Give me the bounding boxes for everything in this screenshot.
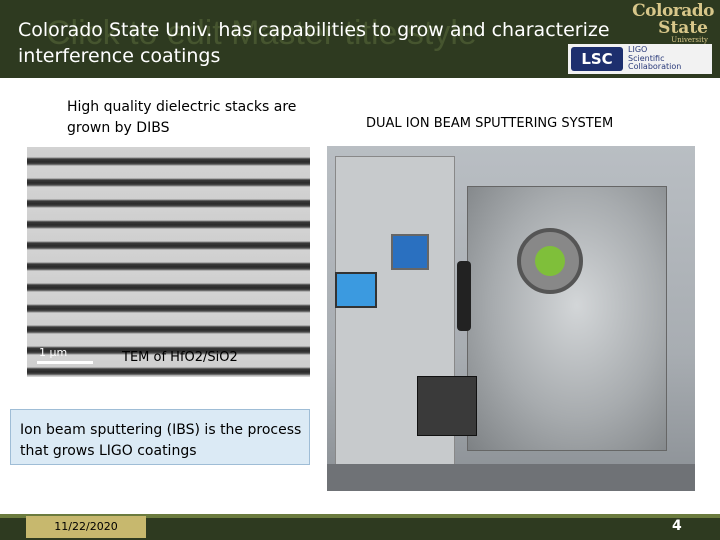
dielectric-stack-caption[interactable]: High quality dielectric stacks are grown… <box>67 97 297 139</box>
lsc-badge: LSC <box>571 47 623 71</box>
chamber-viewport <box>535 246 565 276</box>
control-electronics <box>417 376 477 436</box>
photo-floor <box>327 464 695 491</box>
rack-display <box>391 234 429 270</box>
csu-logo-line3: University <box>671 36 708 44</box>
computer-monitor <box>335 272 377 308</box>
cable-bundle <box>457 261 471 331</box>
csu-logo: Colorado State University <box>628 3 714 45</box>
tem-scale-label: 1 μm <box>39 346 68 359</box>
tem-scale-bar <box>37 361 93 364</box>
csu-logo-line2: State <box>658 18 708 38</box>
vacuum-chamber <box>467 186 667 451</box>
lsc-logo-text: LIGO Scientific Collaboration <box>628 45 682 72</box>
lsc-line3: Collaboration <box>628 62 682 71</box>
tem-image[interactable]: 1 μm TEM of HfO2/SiO2 <box>27 147 310 377</box>
slide-title[interactable]: Colorado State Univ. has capabilities to… <box>18 17 638 69</box>
equipment-rack <box>335 156 455 486</box>
footer-date: 11/22/2020 <box>26 516 146 538</box>
dibs-system-caption[interactable]: DUAL ION BEAM SPUTTERING SYSTEM <box>366 116 613 131</box>
ibs-note-text: Ion beam sputtering (IBS) is the process… <box>20 422 302 459</box>
tem-caption: TEM of HfO2/SiO2 <box>122 350 238 365</box>
ibs-note-box[interactable]: Ion beam sputtering (IBS) is the process… <box>10 409 310 465</box>
sputtering-system-photo[interactable] <box>327 146 695 491</box>
lsc-logo: LSC LIGO Scientific Collaboration <box>568 44 712 74</box>
slide-number: 4 <box>672 518 682 534</box>
